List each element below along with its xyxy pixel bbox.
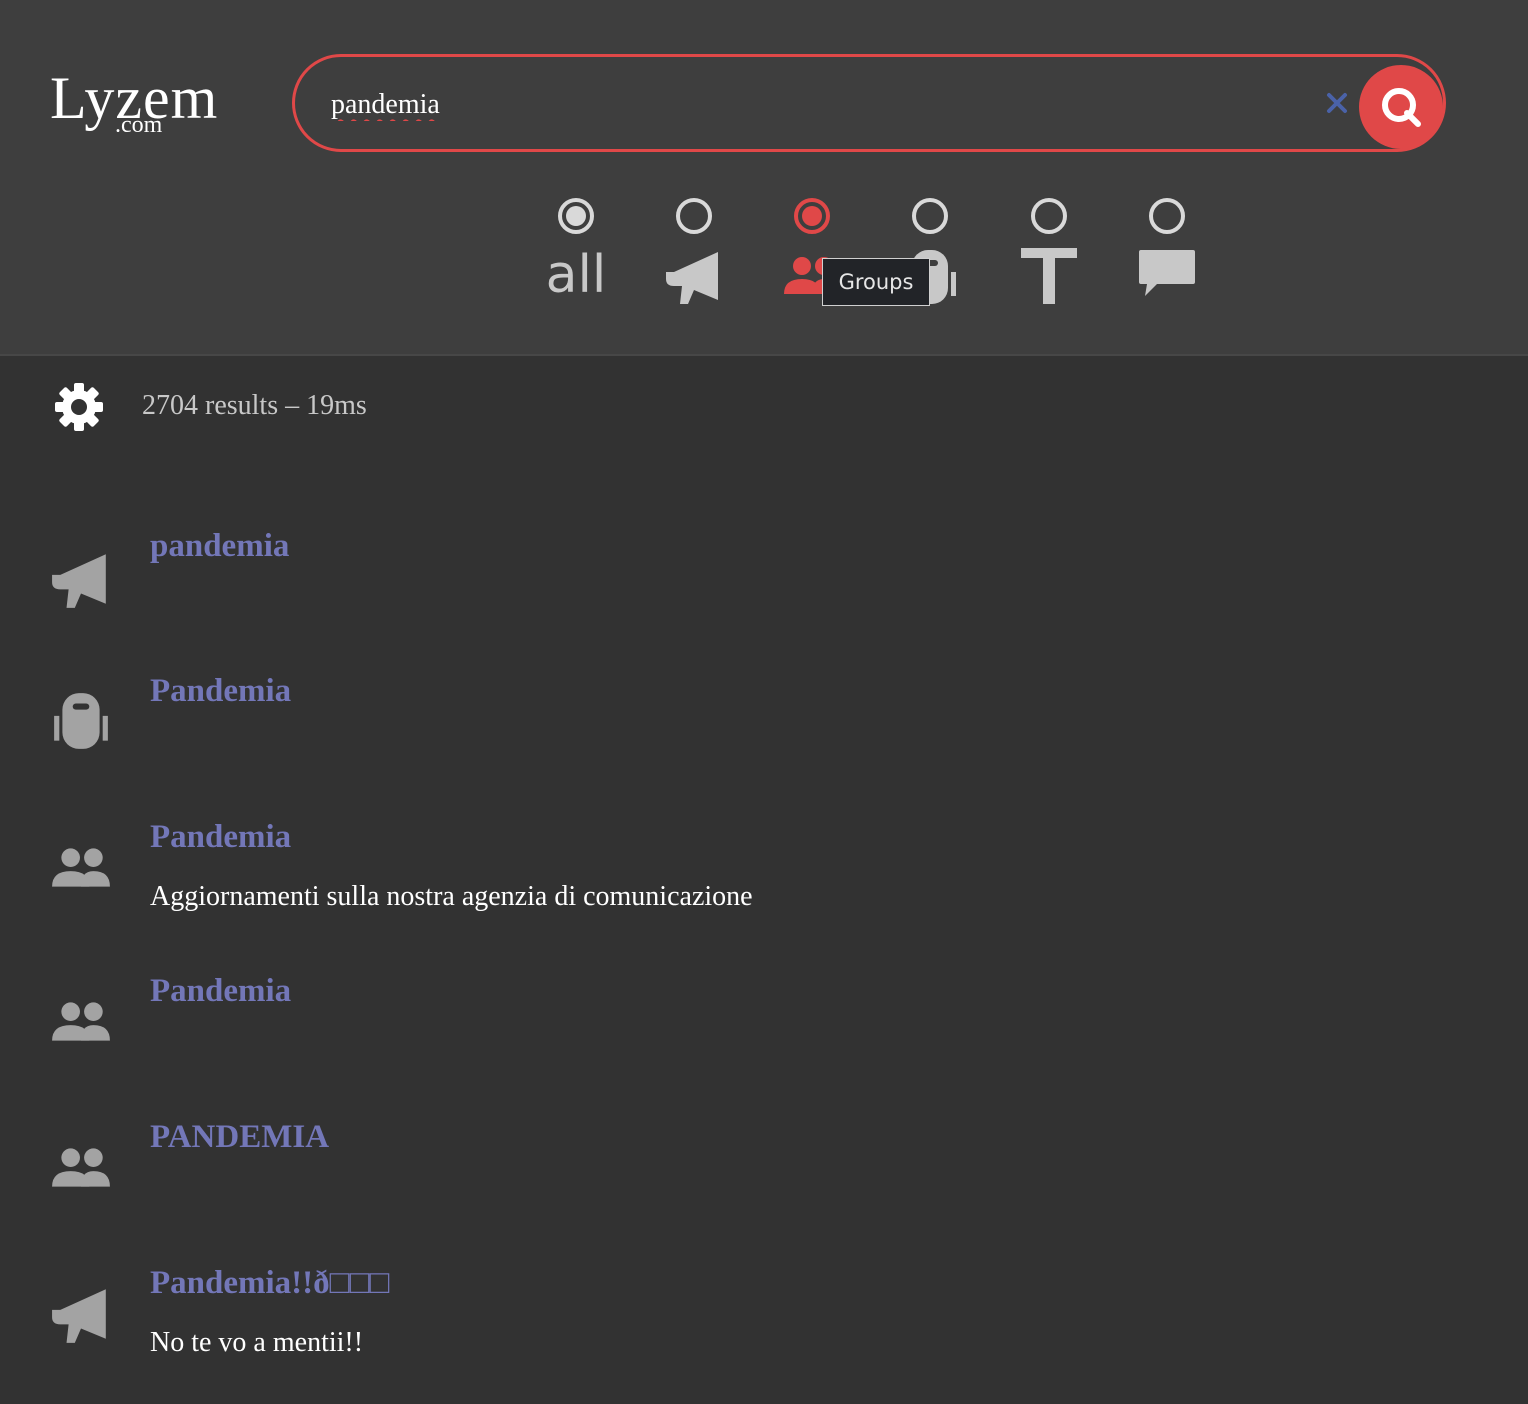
megaphone-icon bbox=[666, 252, 718, 304]
result-title[interactable]: Pandemia bbox=[150, 819, 291, 856]
megaphone-icon bbox=[52, 554, 106, 608]
results-count: 2704 results – 19ms bbox=[142, 390, 367, 421]
text-icon bbox=[1021, 248, 1077, 304]
filter-messages[interactable] bbox=[1108, 198, 1226, 318]
filter-bots-radio[interactable] bbox=[912, 198, 948, 234]
filter-messages-radio[interactable] bbox=[1149, 198, 1185, 234]
result-item: Pandemia Aggiornamenti sulla nostra agen… bbox=[0, 819, 1528, 939]
result-item: Pandemia bbox=[0, 673, 1528, 793]
result-description: Aggiornamenti sulla nostra agenzia di co… bbox=[150, 881, 753, 912]
robot-icon bbox=[54, 693, 108, 749]
gear-icon[interactable] bbox=[52, 380, 106, 434]
result-title[interactable]: Pandemia!!ð□□□ bbox=[150, 1265, 389, 1302]
result-title[interactable]: PANDEMIA bbox=[150, 1119, 329, 1156]
group-icon bbox=[52, 848, 110, 887]
filter-text[interactable] bbox=[990, 198, 1108, 318]
logo[interactable]: Lyzem .com bbox=[50, 58, 260, 142]
search-button[interactable] bbox=[1359, 65, 1443, 149]
megaphone-icon bbox=[52, 1289, 106, 1343]
filter-text-radio[interactable] bbox=[1031, 198, 1067, 234]
result-item: PANDEMIA bbox=[0, 1119, 1528, 1239]
filter-all-radio[interactable] bbox=[558, 198, 594, 234]
logo-sub-text: .com bbox=[115, 112, 163, 138]
group-icon bbox=[52, 1002, 110, 1041]
result-description: No te vo a mentii!! bbox=[150, 1327, 364, 1358]
filter-channels-radio[interactable] bbox=[676, 198, 712, 234]
result-item: Pandemia!!ð□□□ No te vo a mentii!! bbox=[0, 1265, 1528, 1385]
result-title[interactable]: Pandemia bbox=[150, 673, 291, 710]
result-item: Pandemia bbox=[0, 973, 1528, 1093]
filter-groups-radio[interactable] bbox=[794, 198, 830, 234]
filter-tooltip: Groups bbox=[822, 258, 930, 306]
search-icon bbox=[1382, 88, 1421, 127]
result-title[interactable]: pandemia bbox=[150, 528, 289, 565]
chat-bubble-icon bbox=[1139, 250, 1195, 296]
search-input[interactable] bbox=[331, 83, 1291, 127]
group-icon bbox=[52, 1148, 110, 1187]
result-title[interactable]: Pandemia bbox=[150, 973, 291, 1010]
clear-icon[interactable] bbox=[1325, 91, 1349, 115]
filter-all[interactable]: all bbox=[517, 198, 635, 318]
filter-all-label: all bbox=[545, 245, 607, 305]
result-item: pandemia bbox=[0, 528, 1528, 648]
filter-channels[interactable] bbox=[635, 198, 753, 318]
header: Lyzem .com all bbox=[0, 0, 1528, 356]
search-box bbox=[292, 54, 1446, 152]
